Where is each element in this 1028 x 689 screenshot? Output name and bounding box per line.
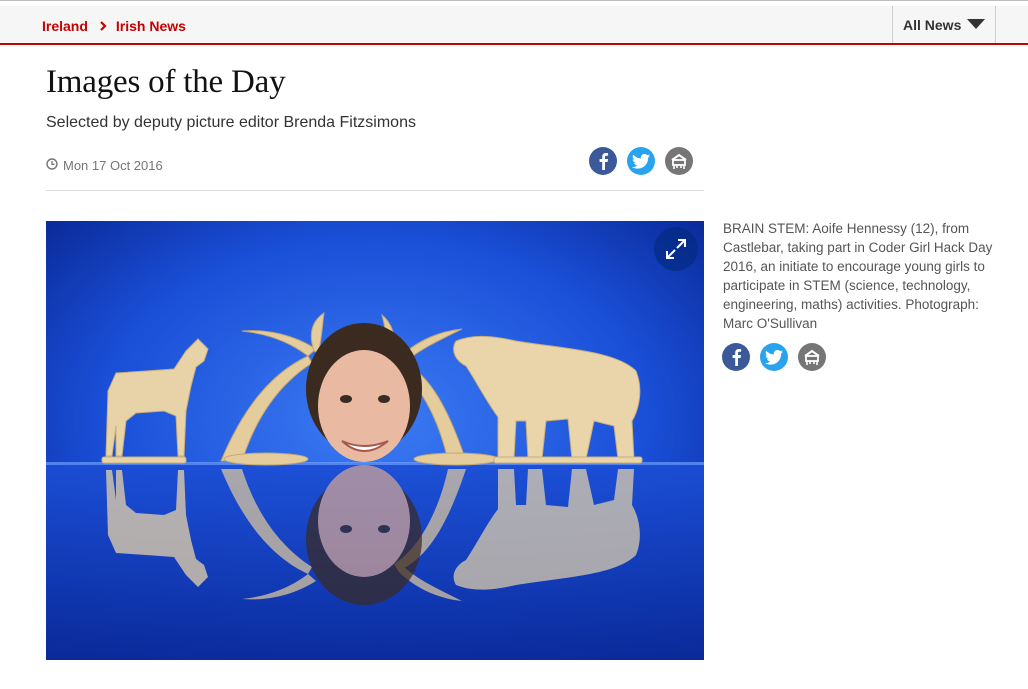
twitter-share-button-caption[interactable]: [760, 343, 788, 371]
chevron-right-icon: [97, 20, 109, 32]
publish-date: Mon 17 Oct 2016: [63, 158, 163, 173]
twitter-icon: [632, 153, 650, 169]
facebook-share-button[interactable]: [589, 147, 617, 175]
article-meta: Mon 17 Oct 2016: [46, 158, 163, 173]
breadcrumb: Ireland Irish News: [42, 18, 186, 34]
all-news-label: All News: [903, 16, 962, 33]
photo-caption: BRAIN STEM: Aoife Hennessy (12), from Ca…: [723, 221, 993, 331]
email-share-button-caption[interactable]: [798, 343, 826, 371]
email-icon: [671, 153, 687, 169]
twitter-share-button[interactable]: [627, 147, 655, 175]
email-icon: [804, 349, 820, 365]
top-nav-bar: Ireland Irish News All News: [0, 0, 1028, 45]
caret-down-icon: [967, 17, 986, 33]
all-news-dropdown[interactable]: All News: [892, 6, 996, 43]
expand-icon: [666, 239, 686, 259]
breadcrumb-ireland[interactable]: Ireland: [42, 18, 88, 34]
clock-icon: [46, 158, 58, 173]
facebook-icon: [599, 153, 609, 170]
standfirst: Selected by deputy picture editor Brenda…: [46, 114, 416, 131]
header-divider: [46, 190, 704, 191]
expand-image-button[interactable]: [654, 227, 698, 271]
page-title: Images of the Day: [46, 64, 286, 100]
share-buttons-top: [589, 147, 693, 175]
breadcrumb-irish-news[interactable]: Irish News: [116, 18, 186, 34]
email-share-button[interactable]: [665, 147, 693, 175]
facebook-icon: [732, 349, 742, 366]
share-buttons-caption: [722, 343, 826, 371]
gallery-photo[interactable]: [46, 221, 704, 660]
facebook-share-button-caption[interactable]: [722, 343, 750, 371]
twitter-icon: [765, 349, 783, 365]
